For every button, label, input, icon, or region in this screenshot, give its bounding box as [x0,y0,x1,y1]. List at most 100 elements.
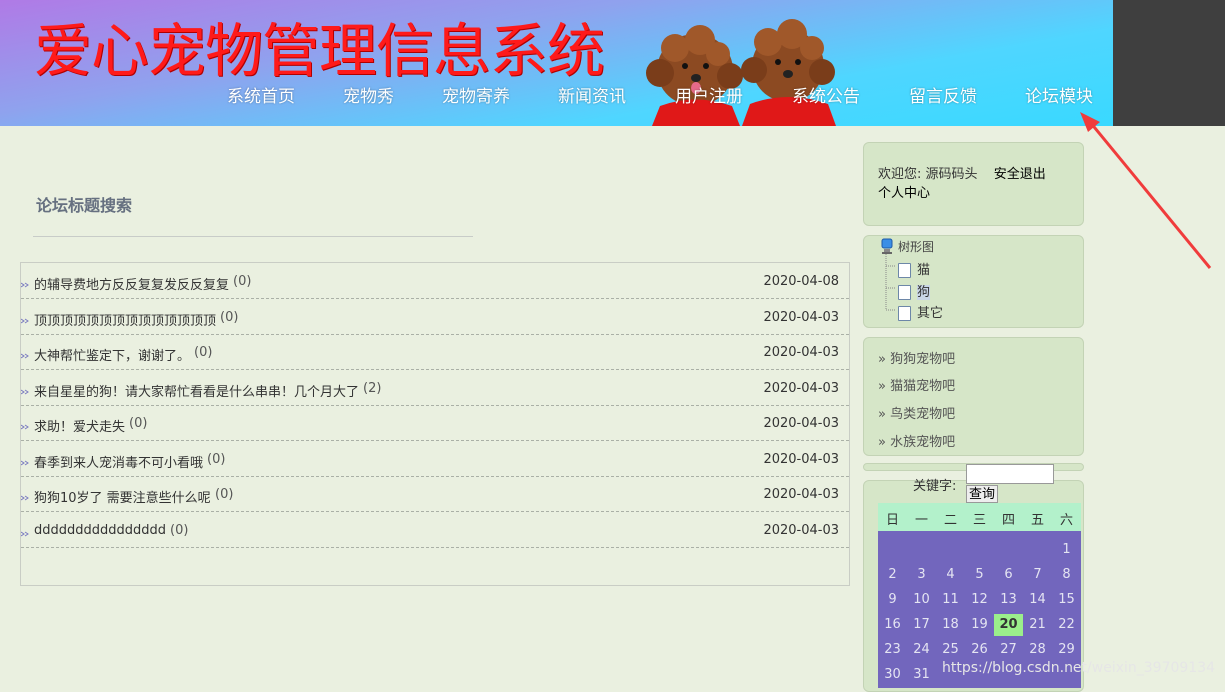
topic-title-link[interactable]: 春季到来人宠消毒不可小看哦 [34,452,203,471]
topic-date: 2020-04-03 [763,416,839,431]
bullet-icon [21,424,29,430]
calendar-day[interactable]: 31 [907,664,936,686]
calendar-day[interactable]: 16 [878,614,907,636]
query-button[interactable]: 查询 [966,485,999,503]
topic-date: 2020-04-03 [763,487,839,502]
calendar-day[interactable]: 14 [1023,589,1052,611]
topic-row: 春季到来人宠消毒不可小看哦 (0) 2020-04-03 [21,441,849,477]
bullet-icon [21,353,29,359]
bullet-icon [21,389,29,394]
calendar-day[interactable]: 24 [907,639,936,661]
calendar-weekday: 六 [1059,513,1073,528]
calendar-weekday: 四 [1001,513,1015,528]
calendar-day[interactable]: 13 [994,589,1023,611]
topic-reply-count: (0) [207,451,226,467]
nav-feedback[interactable]: 留言反馈 [909,82,977,107]
calendar-day[interactable]: 26 [965,639,994,661]
link-bird-forum[interactable]: » 鸟类宠物吧 [878,403,955,422]
topic-row: 大神帮忙鉴定下，谢谢了。 (0) 2020-04-03 [21,334,849,370]
topic-title-link[interactable]: 大神帮忙鉴定下，谢谢了。 [34,345,190,364]
calendar-day[interactable]: 21 [1023,614,1052,636]
bullet-icon [21,531,29,536]
calendar-day[interactable]: 12 [965,589,994,611]
tree-item-other[interactable]: 其它 [898,302,943,321]
title-divider [33,236,473,237]
topic-title-link[interactable]: 顶顶顶顶顶顶顶顶顶顶顶顶顶顶 [34,310,216,329]
calendar-day[interactable]: 4 [936,564,965,586]
calendar-day[interactable]: 3 [907,564,936,586]
calendar-weekday: 二 [943,513,957,528]
calendar-weekday: 三 [972,513,986,528]
keyword-label: 关键字: [913,479,957,494]
document-icon [898,285,911,300]
calendar-day[interactable]: 1 [1052,539,1081,561]
topic-reply-count: (0) [215,487,234,502]
watermark: https://blog.csdn.net/weixin_39709134 [942,660,1216,676]
calendar-day[interactable]: 29 [1052,639,1081,661]
calendar-day[interactable]: 17 [907,614,936,636]
calendar-weekday: 日 [885,513,899,528]
topic-title-link[interactable]: 狗狗10岁了 需要注意些什么呢 [34,487,211,506]
calendar-day[interactable]: 6 [994,564,1023,586]
logout-link[interactable]: 安全退出 [994,167,1046,182]
topic-title-link[interactable]: dddddddddddddddd [34,523,166,538]
link-dog-forum[interactable]: » 狗狗宠物吧 [878,348,955,367]
topic-date: 2020-04-08 [763,274,839,289]
nav-announcements[interactable]: 系统公告 [792,82,860,107]
calendar-day[interactable]: 11 [936,589,965,611]
nav-forum[interactable]: 论坛模块 [1025,82,1093,107]
nav-home[interactable]: 系统首页 [227,82,295,107]
topic-reply-count: (0) [129,416,148,431]
link-cat-forum[interactable]: » 猫猫宠物吧 [878,375,955,394]
nav-pet-show[interactable]: 宠物秀 [343,82,394,107]
bullet-icon [21,318,29,323]
username: 源码码头 [925,167,978,182]
topic-title-link[interactable]: 的辅导费地方反反复复发反反复复 [34,274,229,293]
calendar-day[interactable]: 7 [1023,564,1052,586]
nav-news[interactable]: 新闻资讯 [558,82,626,107]
topic-reply-count: (0) [220,309,239,325]
topic-row: 求助！爱犬走失 (0) 2020-04-03 [21,405,849,441]
keyword-input[interactable] [966,464,1054,484]
calendar-day[interactable]: 30 [878,664,907,686]
calendar-day[interactable]: 18 [936,614,965,636]
calendar-day[interactable]: 19 [965,614,994,636]
calendar-day[interactable]: 2 [878,564,907,586]
calendar-weekday: 五 [1030,513,1044,528]
document-icon [898,306,911,321]
link-aquatic-forum[interactable]: » 水族宠物吧 [878,431,955,450]
nav-pet-boarding[interactable]: 宠物寄养 [442,82,510,107]
calendar-day[interactable]: 25 [936,639,965,661]
computer-icon [881,238,893,254]
calendar-day[interactable]: 8 [1052,564,1081,586]
calendar-day[interactable]: 5 [965,564,994,586]
calendar-day[interactable]: 15 [1052,589,1081,611]
topic-title-link[interactable]: 求助！爱犬走失 [34,416,125,435]
topic-date: 2020-04-03 [763,345,839,360]
user-center-link[interactable]: 个人中心 [878,182,930,201]
calendar-weekday-header: 日一二三四五六 [878,503,1081,531]
calendar-day[interactable]: 22 [1052,614,1081,636]
topic-date: 2020-04-03 [763,522,839,538]
forum-links-panel: » 狗狗宠物吧 » 猫猫宠物吧 » 鸟类宠物吧 » 水族宠物吧 [863,337,1084,456]
topic-title-link[interactable]: 来自星星的狗！请大家帮忙看看是什么串串！几个月大了 [34,381,359,400]
tree-lines [885,254,896,311]
calendar-day[interactable]: 9 [878,589,907,611]
tree-root-label: 树形图 [898,240,935,254]
calendar-day[interactable]: 23 [878,639,907,661]
topic-row: dddddddddddddddd (0) 2020-04-03 [21,512,849,548]
tree-panel: 树形图 猫 狗 其它 [863,235,1084,328]
tree-item-cat[interactable]: 猫 [898,259,930,278]
site-header: 爱心宠物管理信息系统 系统首页 宠物秀 宠物寄养 新闻资讯 用户注册 系统公告 … [0,0,1113,126]
nav-register[interactable]: 用户注册 [675,82,743,107]
calendar-day[interactable]: 10 [907,589,936,611]
topic-row: 顶顶顶顶顶顶顶顶顶顶顶顶顶顶 (0) 2020-04-03 [21,299,849,335]
site-title: 爱心宠物管理信息系统 [34,17,605,85]
topic-date: 2020-04-03 [763,451,839,467]
calendar-day[interactable]: 27 [994,639,1023,661]
tree-item-dog[interactable]: 狗 [898,281,931,300]
calendar-day[interactable]: 28 [1023,639,1052,661]
welcome-label: 欢迎您: [878,167,922,182]
dog-banner-image [646,19,836,126]
calendar-day-today[interactable]: 20 [994,614,1023,636]
